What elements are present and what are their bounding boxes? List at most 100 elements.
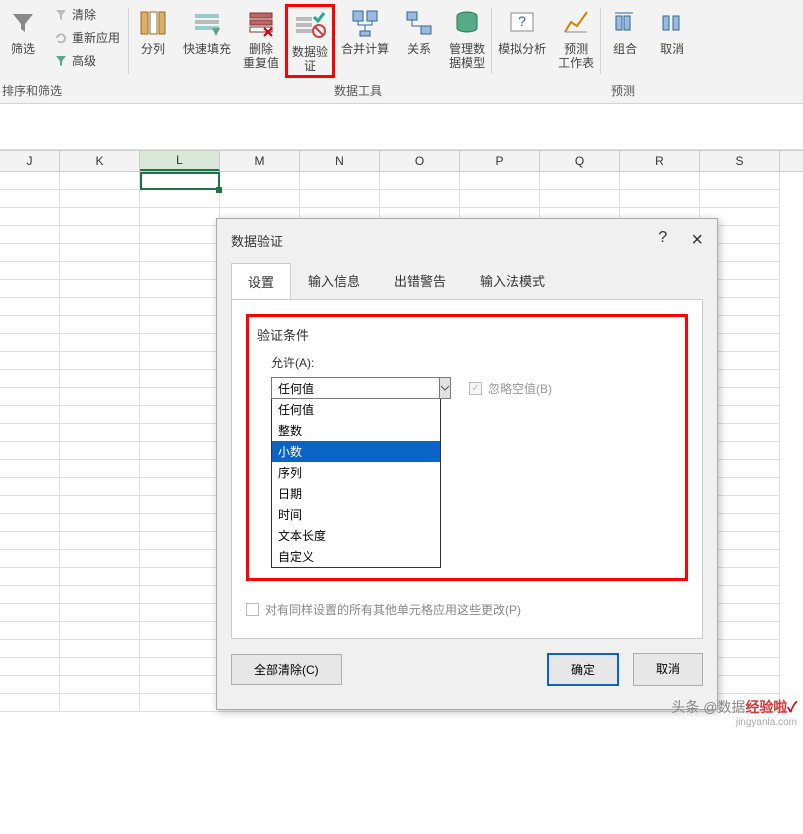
cell[interactable]: [60, 208, 140, 226]
cell[interactable]: [140, 208, 220, 226]
ok-button[interactable]: 确定: [547, 653, 619, 686]
cancel-button[interactable]: 取消: [633, 653, 703, 686]
group-button[interactable]: 组合: [601, 4, 649, 58]
forecast-button[interactable]: 预测 工作表: [552, 4, 600, 72]
tab-input-message[interactable]: 输入信息: [291, 262, 377, 299]
cell[interactable]: [0, 406, 60, 424]
tab-ime-mode[interactable]: 输入法模式: [463, 262, 562, 299]
cell[interactable]: [0, 460, 60, 478]
cell[interactable]: [460, 190, 540, 208]
cell[interactable]: [140, 658, 220, 676]
cell[interactable]: [0, 568, 60, 586]
cell[interactable]: [60, 442, 140, 460]
cell[interactable]: [60, 226, 140, 244]
cell[interactable]: [380, 190, 460, 208]
cell[interactable]: [0, 442, 60, 460]
cell[interactable]: [0, 280, 60, 298]
cell[interactable]: [140, 280, 220, 298]
cell[interactable]: [0, 550, 60, 568]
cell[interactable]: [0, 190, 60, 208]
column-header-J[interactable]: J: [0, 151, 60, 171]
cell[interactable]: [140, 406, 220, 424]
column-header-O[interactable]: O: [380, 151, 460, 171]
dropdown-option[interactable]: 文本长度: [272, 525, 440, 546]
cell[interactable]: [140, 172, 220, 190]
cell[interactable]: [0, 352, 60, 370]
column-header-N[interactable]: N: [300, 151, 380, 171]
relationships-button[interactable]: 关系: [395, 4, 443, 58]
cell[interactable]: [140, 460, 220, 478]
cell[interactable]: [140, 496, 220, 514]
cell[interactable]: [0, 532, 60, 550]
reapply-cmd[interactable]: 重新应用: [50, 27, 124, 48]
cell[interactable]: [460, 172, 540, 190]
cell[interactable]: [300, 190, 380, 208]
close-button[interactable]: ×: [691, 229, 703, 252]
cell[interactable]: [60, 424, 140, 442]
cell[interactable]: [60, 262, 140, 280]
cell[interactable]: [60, 676, 140, 694]
cell[interactable]: [60, 406, 140, 424]
cell[interactable]: [60, 190, 140, 208]
cell[interactable]: [140, 676, 220, 694]
allow-dropdown-list[interactable]: 任何值整数小数序列日期时间文本长度自定义: [271, 399, 441, 568]
cell[interactable]: [0, 514, 60, 532]
cell[interactable]: [300, 172, 380, 190]
cell[interactable]: [0, 478, 60, 496]
filter-button[interactable]: 筛选: [0, 4, 46, 71]
clear-all-button[interactable]: 全部清除(C): [231, 654, 342, 685]
cell[interactable]: [700, 190, 780, 208]
cell[interactable]: [60, 388, 140, 406]
cell[interactable]: [140, 244, 220, 262]
cell[interactable]: [140, 226, 220, 244]
chevron-down-icon[interactable]: [440, 377, 451, 399]
cell[interactable]: [60, 478, 140, 496]
cell[interactable]: [140, 424, 220, 442]
cell[interactable]: [540, 190, 620, 208]
cell[interactable]: [60, 604, 140, 622]
cell[interactable]: [60, 586, 140, 604]
allow-input[interactable]: [271, 377, 440, 399]
dropdown-option[interactable]: 序列: [272, 462, 440, 483]
cell[interactable]: [60, 496, 140, 514]
cell[interactable]: [0, 658, 60, 676]
cell[interactable]: [0, 424, 60, 442]
cell[interactable]: [140, 694, 220, 712]
cell[interactable]: [380, 172, 460, 190]
cell[interactable]: [60, 622, 140, 640]
cell[interactable]: [60, 352, 140, 370]
cell[interactable]: [0, 262, 60, 280]
cell[interactable]: [140, 604, 220, 622]
column-header-K[interactable]: K: [60, 151, 140, 171]
cell[interactable]: [0, 298, 60, 316]
cell[interactable]: [140, 550, 220, 568]
cell[interactable]: [140, 352, 220, 370]
cell[interactable]: [60, 640, 140, 658]
cell[interactable]: [140, 262, 220, 280]
cell[interactable]: [140, 514, 220, 532]
text-to-columns-button[interactable]: 分列: [129, 4, 177, 58]
cell[interactable]: [140, 622, 220, 640]
cell[interactable]: [140, 568, 220, 586]
cell[interactable]: [140, 388, 220, 406]
cell[interactable]: [700, 172, 780, 190]
clear-filter-cmd[interactable]: 清除: [50, 4, 124, 25]
cell[interactable]: [0, 388, 60, 406]
data-model-button[interactable]: 管理数 据模型: [443, 4, 491, 72]
column-header-Q[interactable]: Q: [540, 151, 620, 171]
cell[interactable]: [140, 370, 220, 388]
cell[interactable]: [60, 460, 140, 478]
cell[interactable]: [60, 568, 140, 586]
cell[interactable]: [60, 244, 140, 262]
cell[interactable]: [0, 496, 60, 514]
cell[interactable]: [140, 532, 220, 550]
cell[interactable]: [60, 370, 140, 388]
cell[interactable]: [620, 172, 700, 190]
cell[interactable]: [140, 478, 220, 496]
cell[interactable]: [140, 316, 220, 334]
column-header-L[interactable]: L: [140, 151, 220, 171]
dropdown-option[interactable]: 自定义: [272, 546, 440, 567]
flash-fill-button[interactable]: 快速填充: [177, 4, 237, 58]
cell[interactable]: [60, 514, 140, 532]
cell[interactable]: [0, 334, 60, 352]
